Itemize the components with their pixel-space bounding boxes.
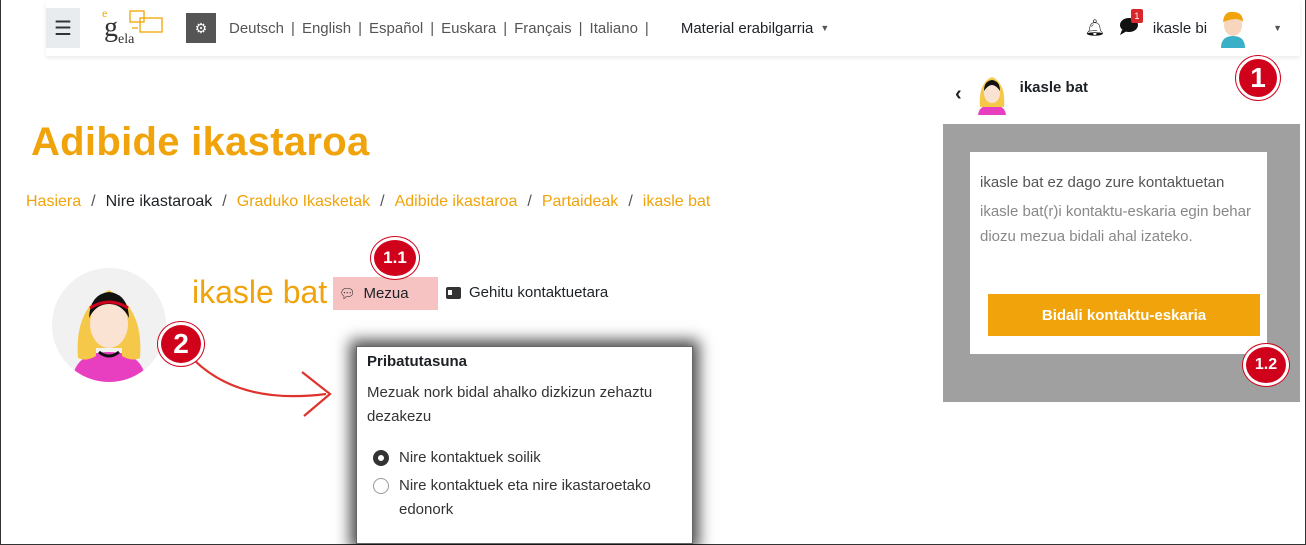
egela-logo[interactable]: e g ela: [102, 6, 174, 50]
step-marker-2: 2: [158, 322, 204, 366]
privacy-popup: Pribatutasuna Mezuak nork bidal ahalko d…: [356, 346, 693, 544]
logo-ela: ela: [118, 32, 135, 47]
radio-selected-icon[interactable]: [373, 450, 389, 466]
profile-name: ikasle bat: [192, 274, 328, 310]
step-marker-1: 1: [1236, 56, 1280, 100]
drawer-avatar: [977, 77, 1006, 115]
lang-italiano[interactable]: Italiano: [587, 20, 641, 37]
settings-button[interactable]: ⚙: [186, 13, 216, 43]
not-contact-text: ikasle bat ez dago zure kontaktuetan: [980, 174, 1225, 191]
breadcrumb-separator: /: [91, 193, 96, 210]
chevron-left-icon[interactable]: ‹: [955, 83, 962, 106]
lang-euskara[interactable]: Euskara: [438, 20, 499, 37]
privacy-option-contacts[interactable]: Nire kontaktuek soilik: [367, 446, 682, 470]
lang-separator: |: [503, 19, 508, 37]
material-label: Material erabilgarria: [680, 19, 814, 37]
page-title: Adibide ikastaroa: [31, 120, 370, 164]
profile-avatar: [52, 268, 166, 382]
user-menu-caret-icon[interactable]: ▼: [1273, 23, 1282, 33]
breadcrumb-separator: /: [527, 193, 532, 210]
lang-separator: |: [578, 19, 583, 37]
messages-button[interactable]: 1: [1119, 8, 1143, 40]
breadcrumb: Hasiera / Nire ikastaroak / Graduko Ikaske…: [26, 193, 710, 211]
lang-separator: |: [644, 19, 649, 37]
contact-request-card: ikasle bat ez dago zure kontaktuetan ika…: [970, 152, 1267, 354]
privacy-option-label: Nire kontaktuek eta nire ikastaroetako e…: [399, 477, 651, 518]
bell-icon[interactable]: 🔔︎: [1085, 18, 1105, 38]
female-avatar-image: [52, 268, 166, 382]
breadcrumb-home[interactable]: Hasiera: [26, 193, 81, 211]
user-nav: 🔔︎ 1 ikasle bi ▼: [1085, 0, 1282, 56]
lang-separator: |: [358, 19, 363, 37]
top-navbar: ☰ e g ela ⚙ Deutsch | English | Español | E…: [46, 0, 1300, 56]
material-dropdown[interactable]: Material erabilgarria ▼: [681, 20, 829, 37]
logo-g: g: [104, 12, 118, 43]
lang-separator: |: [291, 19, 295, 37]
step-marker-1-2: 1.2: [1243, 344, 1289, 386]
breadcrumb-graduate[interactable]: Graduko Ikasketak: [237, 193, 370, 211]
language-menu: Deutsch | English | Español | Euskara | Fran…: [226, 20, 653, 37]
contact-request-hint: ikasle bat(r)i kontaktu-eskaria egin beh…: [980, 203, 1251, 245]
caret-down-icon: ▼: [820, 23, 830, 33]
lang-separator: |: [430, 19, 435, 37]
breadcrumb-separator: /: [380, 193, 385, 210]
drawer-contact-name[interactable]: ikasle bat: [1020, 79, 1088, 96]
message-button[interactable]: 💬︎ Mezua: [333, 277, 438, 310]
radio-unselected-icon[interactable]: [373, 478, 389, 494]
lang-english[interactable]: English: [299, 20, 354, 37]
comment-icon: 💬︎: [339, 285, 356, 301]
menu-toggle-button[interactable]: ☰: [46, 8, 80, 48]
send-contact-request-button[interactable]: Bidali kontaktu-eskaria: [988, 294, 1260, 336]
user-avatar[interactable]: [1213, 8, 1254, 48]
gears-icon: ⚙: [194, 19, 208, 36]
lang-deutsch[interactable]: Deutsch: [226, 20, 287, 37]
step-marker-1-1: 1.1: [371, 237, 419, 279]
user-menu-name[interactable]: ikasle bi: [1153, 20, 1207, 37]
privacy-option-label: Nire kontaktuek soilik: [399, 449, 541, 466]
message-count-badge: 1: [1130, 8, 1143, 23]
breadcrumb-my-courses: Nire ikastaroak: [105, 193, 213, 210]
add-contact-label: Gehitu kontaktuetara: [469, 284, 609, 301]
privacy-description: Mezuak nork bidal ahalko dizkizun zehazt…: [367, 384, 653, 425]
breadcrumb-user[interactable]: ikasle bat: [643, 193, 711, 211]
breadcrumb-participants[interactable]: Partaideak: [542, 193, 619, 211]
breadcrumb-separator: /: [628, 193, 633, 210]
breadcrumb-separator: /: [222, 193, 227, 210]
privacy-option-contacts-and-courses[interactable]: Nire kontaktuek eta nire ikastaroetako e…: [367, 474, 682, 522]
lang-espanol[interactable]: Español: [366, 20, 426, 37]
hamburger-icon: ☰: [54, 17, 72, 40]
lang-francais[interactable]: Français: [511, 20, 575, 37]
add-contact-button[interactable]: Gehitu kontaktuetara: [446, 284, 608, 301]
message-button-label: Mezua: [363, 285, 409, 302]
breadcrumb-course[interactable]: Adibide ikastaroa: [395, 193, 518, 211]
address-card-icon: [446, 286, 461, 299]
annotation-arrow: [193, 359, 332, 417]
privacy-title: Pribatutasuna: [367, 353, 468, 370]
